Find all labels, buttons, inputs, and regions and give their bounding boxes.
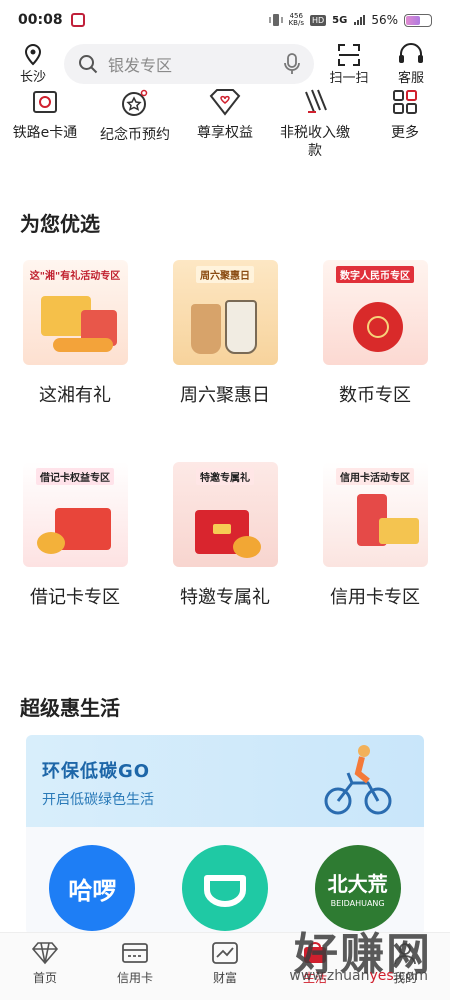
promo-label: 特邀专属礼 <box>180 587 270 608</box>
notification-icon <box>70 13 85 27</box>
nav-label: 信用卡 <box>116 971 153 985</box>
promo-tag: 特邀专属礼 <box>196 468 254 485</box>
battery-percent: 56% <box>371 13 398 27</box>
coin-badge-icon <box>122 89 148 116</box>
headset-icon <box>399 42 423 63</box>
quick-item-label: 尊享权益 <box>197 125 253 141</box>
search-input[interactable]: 银发专区 <box>64 44 314 84</box>
watermark-url-pre: www.zhuan <box>289 968 370 984</box>
promo-digital-rmb[interactable]: 数字人民币专区 数币专区 <box>300 260 450 407</box>
nav-home[interactable]: 首页 <box>0 933 90 1000</box>
nav-label: 首页 <box>32 971 57 985</box>
scan-icon <box>338 43 360 66</box>
battery-icon <box>404 13 432 27</box>
promo-row-1: 这"湘"有礼活动专区 这湘有礼 周六聚惠日 周六聚惠日 数字人民币专区 数币专区 <box>0 260 450 407</box>
more-grid-icon <box>393 90 417 114</box>
promo-debit-card[interactable]: 借记卡权益专区 借记卡专区 <box>0 462 150 609</box>
railway-card-icon <box>33 91 57 113</box>
location-pin-icon <box>24 43 42 65</box>
quick-item-label: 纪念币预约 <box>100 127 170 143</box>
status-bar: 00:08 456 KB/s HD 5G 56% <box>0 0 450 40</box>
service-label: 客服 <box>397 70 424 86</box>
card-icon <box>122 943 148 963</box>
watermark-url-post: .com <box>393 968 428 984</box>
hd-badge: HD <box>309 14 327 26</box>
promo-tag: 信用卡活动专区 <box>336 468 414 485</box>
promo-label: 周六聚惠日 <box>180 385 270 406</box>
nav-wealth[interactable]: 财富 <box>180 933 270 1000</box>
diamond-icon <box>31 942 59 965</box>
promo-saturday[interactable]: 周六聚惠日 周六聚惠日 <box>150 260 300 407</box>
promo-thumb: 这"湘"有礼活动专区 <box>22 260 128 365</box>
quick-item-privileges[interactable]: 尊享权益 <box>180 86 270 176</box>
app-hellobike[interactable]: 哈啰 <box>49 845 136 931</box>
scan-label: 扫一扫 <box>329 70 369 86</box>
promo-row-2: 借记卡权益专区 借记卡专区 特邀专属礼 特邀专属礼 信用卡活动专区 信用卡专区 <box>0 462 450 609</box>
status-time: 00:08 <box>18 12 63 28</box>
signal-icon <box>354 15 366 25</box>
quick-menu: 铁路e卡通 纪念币预约 尊享权益 非税收入缴款 更多 <box>0 86 450 176</box>
promo-thumb: 特邀专属礼 <box>172 462 278 567</box>
net-speed: 456 KB/s <box>289 13 304 27</box>
promo-tag: 数字人民币专区 <box>336 266 414 283</box>
vibrate-icon <box>268 14 283 26</box>
low-carbon-banner[interactable]: 环保低碳GO 开启低碳绿色生活 <box>26 735 424 827</box>
promo-tag: 周六聚惠日 <box>196 266 254 283</box>
quick-item-more[interactable]: 更多 <box>360 86 450 176</box>
net-speed-unit: KB/s <box>288 19 304 27</box>
diamond-heart-icon <box>209 89 241 116</box>
section-title-preferred: 为您优选 <box>20 212 100 236</box>
life-card: 环保低碳GO 开启低碳绿色生活 哈啰 北大荒 BEIDAHUANG <box>26 735 424 935</box>
scan-button[interactable]: 扫一扫 <box>322 43 376 86</box>
app-beidahuang-name: 北大荒 <box>327 872 388 896</box>
promo-credit-card[interactable]: 信用卡活动专区 信用卡专区 <box>300 462 450 609</box>
service-button[interactable]: 客服 <box>384 42 438 86</box>
promo-label: 数币专区 <box>339 385 411 406</box>
search-placeholder: 银发专区 <box>108 56 173 75</box>
promo-thumb: 周六聚惠日 <box>172 260 278 365</box>
quick-item-coin-reservation[interactable]: 纪念币预约 <box>90 86 180 176</box>
bicycle-rider-icon <box>324 745 392 815</box>
promo-thumb: 借记卡权益专区 <box>22 462 128 567</box>
location-label: 长沙 <box>19 69 46 85</box>
quick-item-label: 更多 <box>391 125 419 141</box>
app-hellobike-name: 哈啰 <box>68 876 117 905</box>
didi-logo-icon <box>203 875 246 907</box>
promo-thumb: 信用卡活动专区 <box>322 462 428 567</box>
microphone-icon[interactable] <box>284 53 300 75</box>
trend-chart-icon <box>212 942 238 964</box>
quick-item-label: 非税收入缴款 <box>280 125 350 159</box>
nav-label: 财富 <box>212 971 237 985</box>
promo-label: 这湘有礼 <box>39 385 111 406</box>
search-icon <box>79 55 98 74</box>
promo-thumb: 数字人民币专区 <box>322 260 428 365</box>
header: 长沙 银发专区 扫一扫 客服 <box>0 38 450 90</box>
promo-label: 借记卡专区 <box>30 587 120 608</box>
promo-invited-gift[interactable]: 特邀专属礼 特邀专属礼 <box>150 462 300 609</box>
signal-label: 5G <box>332 14 348 26</box>
tickets-icon <box>305 89 327 113</box>
promo-xiang-gift[interactable]: 这"湘"有礼活动专区 这湘有礼 <box>0 260 150 407</box>
promo-tag: 借记卡权益专区 <box>36 468 114 485</box>
promo-tag: 这"湘"有礼活动专区 <box>29 271 121 282</box>
watermark-url-red: yes <box>369 968 394 984</box>
status-right: 456 KB/s HD 5G 56% <box>268 13 432 27</box>
quick-item-label: 铁路e卡通 <box>12 125 78 141</box>
watermark-url: www.zhuanyes.com <box>289 968 428 984</box>
location-button[interactable]: 长沙 <box>12 43 54 85</box>
promo-label: 信用卡专区 <box>330 587 420 608</box>
section-title-life: 超级惠生活 <box>20 696 120 720</box>
quick-item-railway-card[interactable]: 铁路e卡通 <box>0 86 90 176</box>
life-apps: 哈啰 北大荒 BEIDAHUANG <box>26 827 424 931</box>
app-didi[interactable] <box>181 845 268 931</box>
app-beidahuang-brand: BEIDAHUANG <box>330 899 385 908</box>
nav-credit-card[interactable]: 信用卡 <box>90 933 180 1000</box>
quick-item-non-tax-payment[interactable]: 非税收入缴款 <box>270 86 360 176</box>
